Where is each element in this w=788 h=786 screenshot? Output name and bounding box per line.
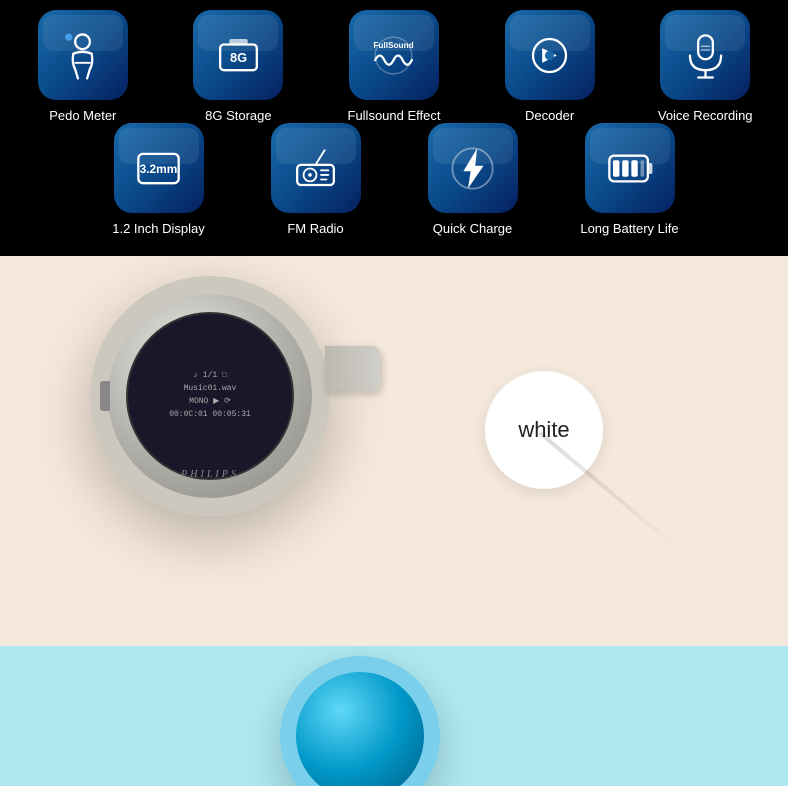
display-icon: 3.2mm (131, 141, 186, 196)
radio-label: FM Radio (287, 221, 343, 236)
storage-label: 8G Storage (205, 108, 272, 123)
charge-icon (445, 141, 500, 196)
decoder-label: Decoder (525, 108, 574, 123)
white-variant-section: ♪ 1/1 □ Music01.wav MONO ▶ ⟳ 00:0C:01 00… (0, 256, 788, 646)
svg-text:FullSound: FullSound (374, 41, 414, 50)
pedo-icon (55, 28, 110, 83)
decoder-icon (522, 28, 577, 83)
battery-icon (602, 141, 657, 196)
storage-icon: 8G (211, 28, 266, 83)
feature-display: 3.2mm 1.2 Inch Display (85, 123, 232, 236)
features-row-1: Pedo Meter 8G 8G Storage FullSound Fulls… (0, 0, 788, 123)
pedo-icon-bg (38, 10, 128, 100)
charge-icon-bg (428, 123, 518, 213)
display-icon-bg: 3.2mm (114, 123, 204, 213)
pedo-label: Pedo Meter (49, 108, 116, 123)
decoder-icon-bg (505, 10, 595, 100)
screen-line1: ♪ 1/1 □ (169, 370, 251, 383)
feature-voice: Voice Recording (632, 10, 778, 123)
radio-icon (288, 141, 343, 196)
feature-pedo-meter: Pedo Meter (10, 10, 156, 123)
feature-radio: FM Radio (242, 123, 389, 236)
screen-line4: 00:0C:01 00:05:31 (169, 409, 251, 422)
svg-text:3.2mm: 3.2mm (140, 162, 178, 176)
voice-label: Voice Recording (658, 108, 753, 123)
white-device-container: ♪ 1/1 □ Music01.wav MONO ▶ ⟳ 00:0C:01 00… (90, 276, 330, 516)
blue-variant-section (0, 646, 788, 786)
features-row-2: 3.2mm 1.2 Inch Display FM Radio (0, 123, 788, 256)
feature-decoder: Decoder (477, 10, 623, 123)
device-body-blue (280, 656, 440, 786)
usb-connector (325, 346, 380, 391)
fullsound-icon: FullSound (366, 28, 421, 83)
badge-shadow (539, 431, 679, 550)
battery-label: Long Battery Life (580, 221, 678, 236)
device-screen: ♪ 1/1 □ Music01.wav MONO ▶ ⟳ 00:0C:01 00… (126, 312, 294, 480)
blue-device-container (280, 656, 440, 786)
device-brand: PHILIPS (181, 469, 239, 480)
radio-icon-bg (271, 123, 361, 213)
voice-icon-bg (660, 10, 750, 100)
svg-text:8G: 8G (230, 49, 247, 64)
charge-label: Quick Charge (433, 221, 512, 236)
fullsound-label: Fullsound Effect (348, 108, 441, 123)
screen-content: ♪ 1/1 □ Music01.wav MONO ▶ ⟳ 00:0C:01 00… (169, 370, 251, 421)
feature-8g-storage: 8G 8G Storage (166, 10, 312, 123)
feature-quick-charge: Quick Charge (399, 123, 546, 236)
fullsound-icon-bg: FullSound (349, 10, 439, 100)
feature-battery: Long Battery Life (556, 123, 703, 236)
storage-icon-bg: 8G (193, 10, 283, 100)
device-side-button (100, 381, 110, 411)
battery-icon-bg (585, 123, 675, 213)
device-body-white: ♪ 1/1 □ Music01.wav MONO ▶ ⟳ 00:0C:01 00… (90, 276, 330, 516)
feature-fullsound: FullSound Fullsound Effect (321, 10, 467, 123)
voice-icon (678, 28, 733, 83)
color-badge-container: white (485, 371, 603, 489)
screen-line3: MONO ▶ ⟳ (169, 396, 251, 409)
screen-line2: Music01.wav (169, 383, 251, 396)
display-label: 1.2 Inch Display (112, 221, 205, 236)
